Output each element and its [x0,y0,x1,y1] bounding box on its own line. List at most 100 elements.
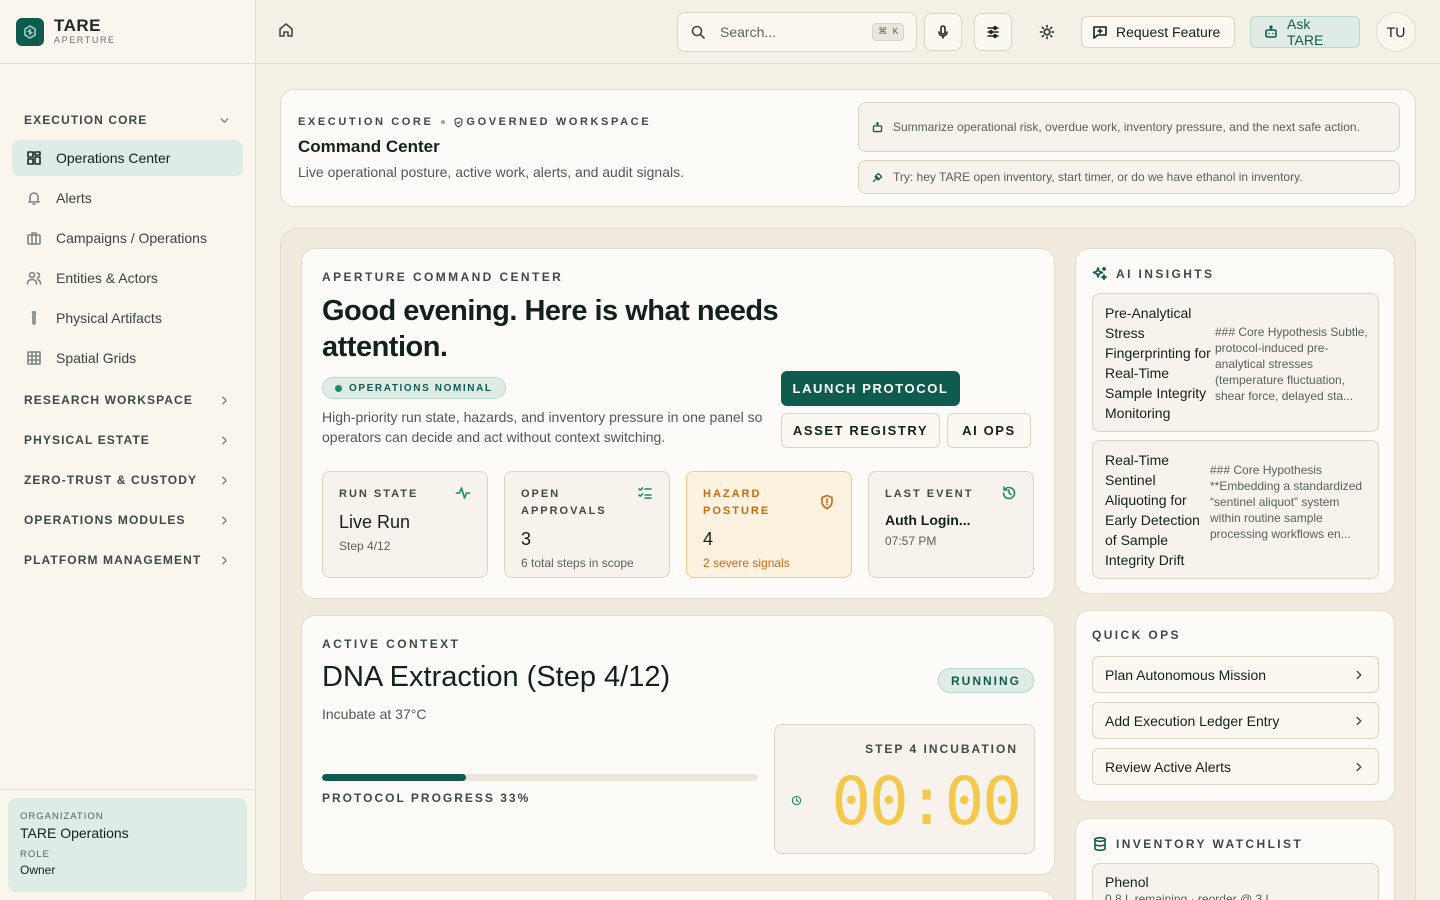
quick-ops-card: QUICK OPS Plan Autonomous Mission Add Ex… [1075,610,1395,802]
brand-name: TARE [54,16,102,35]
chevron-right-icon [218,474,231,487]
chevron-right-icon [1352,714,1366,728]
sidebar-item-alerts[interactable]: Alerts [12,180,243,216]
page-title: Command Center [298,137,440,156]
protocol-progress-bar [322,774,758,781]
org-name: TARE Operations [20,825,129,841]
inventory-item-meta: 0.8 L remaining · reorder @ 3 L [1105,892,1273,900]
robot-icon [871,121,884,134]
brand[interactable]: TARE APERTURE [0,0,255,64]
stat-detail: 6 total steps in scope [521,556,634,570]
timer-digits: 00:00 [831,763,1022,840]
sidebar-item-campaigns[interactable]: Campaigns / Operations [12,220,243,256]
stat-value: Live Run [339,512,411,532]
progress-fill [322,774,466,781]
sidebar-item-physical-artifacts[interactable]: Physical Artifacts [12,300,243,336]
topbar: Search... ⌘ K Request Feature Ask TARE T… [256,0,1440,64]
test-tube-icon [26,310,42,326]
quick-op-add-ledger-entry[interactable]: Add Execution Ledger Entry [1092,702,1379,739]
filters-button[interactable] [974,13,1012,51]
page-subtitle: Live operational posture, active work, a… [298,164,684,180]
request-feature-button[interactable]: Request Feature [1081,16,1235,48]
sidebar: TARE APERTURE EXECUTION CORE Operations … [0,0,256,900]
bell-icon [26,190,42,206]
timer-label: STEP 4 INCUBATION [865,742,1018,756]
command-center-card: APERTURE COMMAND CENTER Good evening. He… [301,248,1055,599]
insight-body: ### Core Hypothesis **Embedding a standa… [1210,463,1363,541]
message-plus-icon [1092,24,1108,40]
command-description: High-priority run state, hazards, and in… [322,409,763,445]
stat-label: RUN STATE [339,488,419,500]
greeting-heading: Good evening. Here is what needs attenti… [322,295,779,363]
quick-op-label: Plan Autonomous Mission [1105,666,1267,683]
org-label: ORGANIZATION [20,811,104,822]
chevron-right-icon [1352,760,1366,774]
search-input[interactable]: Search... ⌘ K [677,12,917,52]
stat-last-event[interactable]: LAST EVENT Auth Login... 07:57 PM [868,471,1034,578]
grid-icon [26,350,42,366]
dashboard-icon [26,150,42,166]
ai-prompt-suggestion[interactable]: Summarize operational risk, overdue work… [858,102,1400,152]
sparkles-icon [1092,266,1108,282]
breadcrumb: EXECUTION CORE GOVERNED WORKSPACE [298,116,651,128]
section-platform-management[interactable]: PLATFORM MANAGEMENT [12,540,243,580]
section-label: EXECUTION CORE [24,113,148,127]
voice-button[interactable] [924,13,962,51]
voice-hint[interactable]: Try: hey TARE open inventory, start time… [858,160,1400,194]
stat-detail: Step 4/12 [339,539,391,553]
ai-insights-header: AI INSIGHTS [1092,266,1214,282]
section-label: RESEARCH WORKSPACE [24,393,193,407]
ai-ops-button[interactable]: AI OPS [947,413,1031,448]
inventory-item-name: Phenol [1105,874,1149,890]
quick-op-plan-mission[interactable]: Plan Autonomous Mission [1092,656,1379,693]
role-value: Owner [20,863,56,877]
launch-protocol-button[interactable]: LAUNCH PROTOCOL [781,371,960,406]
chevron-right-icon [218,554,231,567]
card-eyebrow: APERTURE COMMAND CENTER [322,270,564,284]
activity-icon [455,485,471,501]
section-physical-estate[interactable]: PHYSICAL ESTATE [12,420,243,460]
ai-prompt-text: Summarize operational risk, overdue work… [893,120,1360,134]
sidebar-item-entities[interactable]: Entities & Actors [12,260,243,296]
sidebar-nav: EXECUTION CORE Operations Center Alerts … [12,100,243,580]
section-zero-trust[interactable]: ZERO-TRUST & CUSTODY [12,460,243,500]
ask-tare-button[interactable]: Ask TARE [1250,16,1360,48]
home-icon[interactable] [278,22,294,38]
quick-op-review-alerts[interactable]: Review Active Alerts [1092,748,1379,785]
sidebar-item-spatial-grids[interactable]: Spatial Grids [12,340,243,376]
status-badge: OPERATIONS NOMINAL [322,377,506,399]
asset-registry-button[interactable]: ASSET REGISTRY [781,413,940,448]
sidebar-item-label: Entities & Actors [56,270,158,286]
next-card [301,890,1055,900]
sun-icon[interactable] [1039,24,1055,40]
logo-icon [16,17,44,46]
ask-tare-label: Ask TARE [1287,16,1324,48]
stat-hazard-posture[interactable]: HAZARD POSTURE 4 2 severe signals [686,471,852,578]
insight-title: Pre-Analytical Stress Fingerprinting for… [1105,305,1211,421]
section-research-workspace[interactable]: RESEARCH WORKSPACE [12,380,243,420]
insight-card[interactable]: Pre-Analytical Stress Fingerprinting for… [1092,293,1379,432]
sidebar-item-operations-center[interactable]: Operations Center [12,140,243,176]
inventory-item[interactable]: Phenol 0.8 L remaining · reorder @ 3 L [1092,863,1379,900]
organization-card[interactable]: ORGANIZATION TARE Operations ROLE Owner [8,798,247,892]
section-label: PHYSICAL ESTATE [24,433,150,447]
history-icon [1001,485,1017,501]
section-execution-core[interactable]: EXECUTION CORE [12,100,243,140]
database-icon [1092,836,1108,852]
incubation-timer[interactable]: STEP 4 INCUBATION 00:00 [774,724,1035,854]
checklist-icon [637,485,653,501]
users-icon [26,270,42,286]
ai-insights-card: AI INSIGHTS Pre-Analytical Stress Finger… [1075,248,1395,594]
running-badge: RUNNING [938,668,1034,693]
sidebar-item-label: Operations Center [56,150,171,166]
section-operations-modules[interactable]: OPERATIONS MODULES [12,500,243,540]
breadcrumb-execution-core[interactable]: EXECUTION CORE [298,116,433,128]
avatar[interactable]: TU [1376,12,1416,52]
stat-open-approvals[interactable]: OPEN APPROVALS 3 6 total steps in scope [504,471,670,578]
insight-card[interactable]: Real-Time Sentinel Aliquoting for Early … [1092,440,1379,579]
search-placeholder: Search... [720,24,777,40]
sliders-icon [985,24,1001,40]
insight-body: ### Core Hypothesis Subtle, protocol-ind… [1215,325,1368,403]
stat-run-state[interactable]: RUN STATE Live Run Step 4/12 [322,471,488,578]
stat-label: OPEN APPROVALS [521,488,607,517]
